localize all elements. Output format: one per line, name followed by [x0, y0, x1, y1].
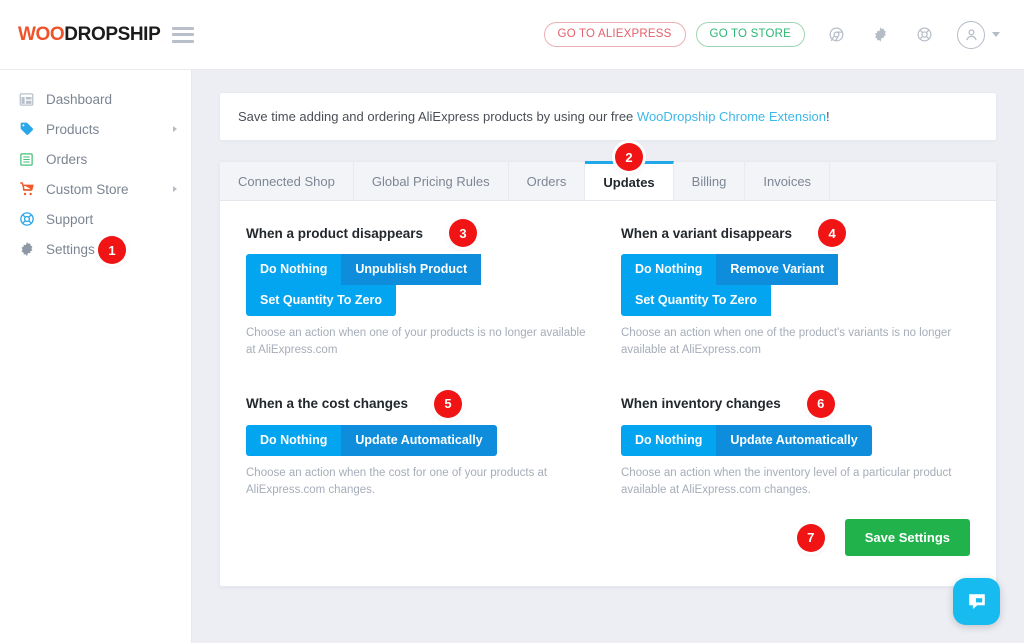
settings-card: Connected Shop Global Pricing Rules Orde… — [219, 143, 997, 587]
dashboard-icon — [18, 91, 35, 108]
sidebar-item-orders[interactable]: Orders — [0, 144, 191, 174]
callout-badge-5: 5 — [434, 389, 463, 418]
sidebar-item-label: Products — [46, 121, 100, 137]
cart-icon — [18, 181, 35, 198]
notice-text-after: ! — [825, 109, 830, 124]
lifebuoy-icon — [18, 211, 35, 228]
callout-badge-3: 3 — [449, 219, 478, 247]
notice-text-before: Save time adding and ordering AliExpress… — [238, 109, 637, 124]
tab-billing[interactable]: Billing — [674, 162, 746, 200]
option-do-nothing[interactable]: Do Nothing — [246, 424, 342, 456]
variant-disappears-options: Do Nothing Remove Variant Set Quantity T… — [621, 254, 970, 316]
option-do-nothing[interactable]: Do Nothing — [246, 254, 342, 285]
gear-icon[interactable] — [867, 22, 893, 48]
body-area: Dashboard Products Orders Custom Store S… — [0, 70, 1024, 643]
hamburger-bar — [172, 39, 195, 43]
user-menu[interactable] — [957, 20, 1000, 49]
save-settings-button[interactable]: Save Settings — [844, 519, 970, 556]
setting-variant-disappears: When a variant disappears 4 Do Nothing R… — [621, 219, 970, 366]
cost-changes-options: Do Nothing Update Automatically — [246, 424, 497, 456]
setting-helper-text: Choose an action when the inventory leve… — [621, 466, 952, 496]
main-content: Save time adding and ordering AliExpress… — [192, 70, 1024, 643]
logo-dropship-text: DROPSHIP — [64, 23, 161, 45]
setting-title: When a the cost changes — [246, 396, 409, 411]
option-update-automatically[interactable]: Update Automatically — [716, 424, 872, 456]
panel-footer: 7 Save Settings — [246, 519, 970, 556]
setting-title-row: When inventory changes 6 — [621, 389, 970, 418]
list-icon — [18, 151, 35, 168]
extension-notice: Save time adding and ordering AliExpress… — [219, 92, 997, 141]
setting-title: When a variant disappears — [621, 225, 793, 241]
setting-title: When inventory changes — [621, 396, 781, 411]
updates-panel: When a product disappears 3 Do Nothing U… — [220, 201, 996, 586]
setting-helper-text: Choose an action when one of your produc… — [246, 327, 586, 357]
app-root: WOODROPSHIP GO TO ALIEXPRESS GO TO STORE — [0, 0, 1024, 643]
tab-updates-label: Updates — [603, 174, 655, 190]
option-set-quantity-to-zero[interactable]: Set Quantity To Zero — [621, 285, 771, 316]
callout-badge-4: 4 — [818, 219, 847, 247]
sidebar-item-support[interactable]: Support — [0, 204, 191, 234]
sidebar-item-label: Support — [46, 211, 94, 227]
product-disappears-options: Do Nothing Unpublish Product Set Quantit… — [246, 254, 595, 316]
tab-orders[interactable]: Orders — [509, 162, 586, 200]
tag-icon — [18, 121, 35, 138]
settings-grid: When a product disappears 3 Do Nothing U… — [246, 219, 970, 506]
option-set-quantity-to-zero[interactable]: Set Quantity To Zero — [246, 285, 396, 316]
settings-tabs: Connected Shop Global Pricing Rules Orde… — [220, 143, 996, 201]
setting-title-row: When a product disappears 3 — [246, 219, 595, 247]
option-update-automatically[interactable]: Update Automatically — [341, 424, 497, 456]
hamburger-bar — [172, 26, 195, 30]
chrome-extension-link[interactable]: WooDropship Chrome Extension — [637, 109, 826, 124]
sidebar-item-label: Orders — [46, 151, 88, 167]
sidebar-item-products[interactable]: Products — [0, 114, 191, 144]
setting-helper-text: Choose an action when the cost for one o… — [246, 466, 548, 496]
callout-badge-2: 2 — [615, 143, 644, 171]
callout-badge-7: 7 — [796, 523, 825, 552]
setting-cost-changes: When a the cost changes 5 Do Nothing Upd… — [246, 389, 595, 506]
app-logo[interactable]: WOODROPSHIP — [18, 23, 161, 46]
setting-title: When a product disappears — [246, 225, 424, 241]
callout-badge-1: 1 — [98, 236, 126, 264]
top-bar: WOODROPSHIP GO TO ALIEXPRESS GO TO STORE — [0, 0, 1024, 70]
callout-badge-6: 6 — [806, 389, 835, 418]
go-to-store-button[interactable]: GO TO STORE — [695, 22, 805, 47]
hamburger-bar — [172, 33, 195, 36]
tab-global-pricing-rules[interactable]: Global Pricing Rules — [354, 162, 509, 200]
lifebuoy-icon[interactable] — [911, 22, 937, 48]
setting-helper-text: Choose an action when one of the product… — [621, 327, 952, 357]
sidebar-item-label: Custom Store — [46, 181, 129, 197]
tab-invoices[interactable]: Invoices — [745, 162, 831, 200]
chevron-down-icon — [992, 32, 1000, 37]
tab-filler — [830, 162, 996, 200]
inventory-changes-options: Do Nothing Update Automatically — [621, 424, 872, 456]
chrome-icon[interactable] — [823, 22, 849, 48]
chevron-right-icon — [173, 186, 177, 192]
setting-title-row: When a the cost changes 5 — [246, 389, 595, 418]
sidebar-item-settings[interactable]: Settings 1 — [0, 234, 191, 264]
go-to-aliexpress-button[interactable]: GO TO ALIEXPRESS — [543, 22, 686, 47]
logo-woo-text: WOO — [18, 23, 65, 45]
sidebar-item-custom-store[interactable]: Custom Store — [0, 174, 191, 204]
sidebar: Dashboard Products Orders Custom Store S… — [0, 70, 192, 643]
option-unpublish-product[interactable]: Unpublish Product — [341, 254, 482, 285]
tab-updates[interactable]: Updates 2 — [585, 143, 674, 200]
chevron-right-icon — [173, 126, 177, 132]
setting-title-row: When a variant disappears 4 — [621, 219, 970, 247]
sidebar-item-dashboard[interactable]: Dashboard — [0, 84, 191, 114]
gear-icon — [18, 241, 35, 258]
option-remove-variant[interactable]: Remove Variant — [716, 254, 839, 285]
hamburger-icon[interactable] — [172, 26, 195, 43]
sidebar-item-label: Dashboard — [46, 91, 113, 107]
avatar — [957, 20, 985, 49]
setting-product-disappears: When a product disappears 3 Do Nothing U… — [246, 219, 595, 366]
top-bar-actions: GO TO ALIEXPRESS GO TO STORE — [543, 20, 1000, 49]
option-do-nothing[interactable]: Do Nothing — [621, 424, 717, 456]
setting-inventory-changes: When inventory changes 6 Do Nothing Upda… — [621, 389, 970, 506]
chat-bubble-icon[interactable] — [953, 578, 1000, 625]
option-do-nothing[interactable]: Do Nothing — [621, 254, 717, 285]
tab-connected-shop[interactable]: Connected Shop — [220, 162, 354, 200]
